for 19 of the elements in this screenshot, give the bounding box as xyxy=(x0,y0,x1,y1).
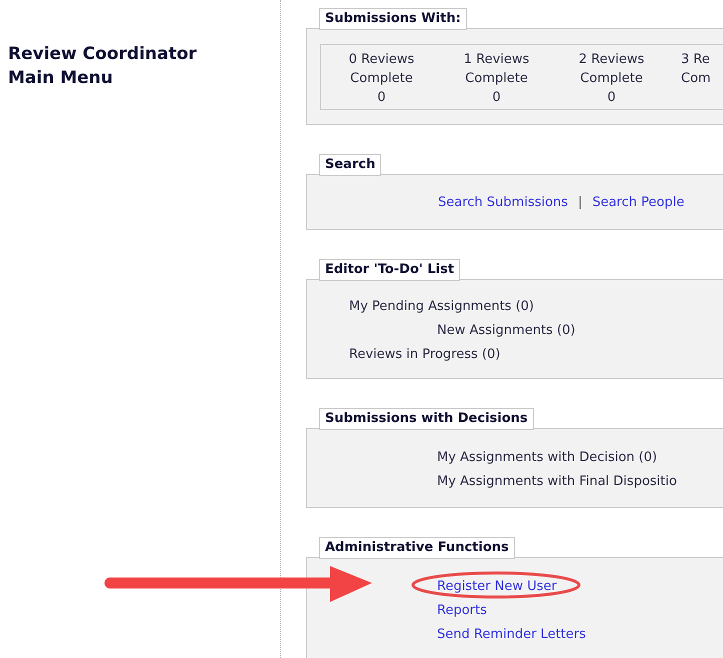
separator: | xyxy=(578,194,582,212)
section-header: Submissions With: xyxy=(319,8,467,30)
menu-link[interactable]: Send Reminder Letters xyxy=(437,626,586,644)
section-header: Search xyxy=(319,154,382,176)
column-heading: 1 Reviews Complete xyxy=(462,51,530,88)
column-heading: 3 Re Com xyxy=(681,51,712,88)
count-value: 0 xyxy=(492,89,501,107)
search-link[interactable]: Search People xyxy=(592,194,684,212)
menu-link[interactable]: Register New User xyxy=(437,578,557,596)
section-header: Submissions with Decisions xyxy=(319,408,534,430)
section-header: Editor 'To-Do' List xyxy=(319,259,460,281)
section-header: Administrative Functions xyxy=(319,537,515,559)
column-heading: 2 Reviews Complete xyxy=(578,51,646,88)
menu-link[interactable]: Reports xyxy=(437,602,487,620)
page-title: Review Coordinator Main Menu xyxy=(8,43,198,90)
search-link[interactable]: Search Submissions xyxy=(438,194,568,212)
column-heading: 0 Reviews Complete xyxy=(348,51,416,88)
count-value: 0 xyxy=(377,89,386,107)
count-value: 0 xyxy=(607,89,616,107)
